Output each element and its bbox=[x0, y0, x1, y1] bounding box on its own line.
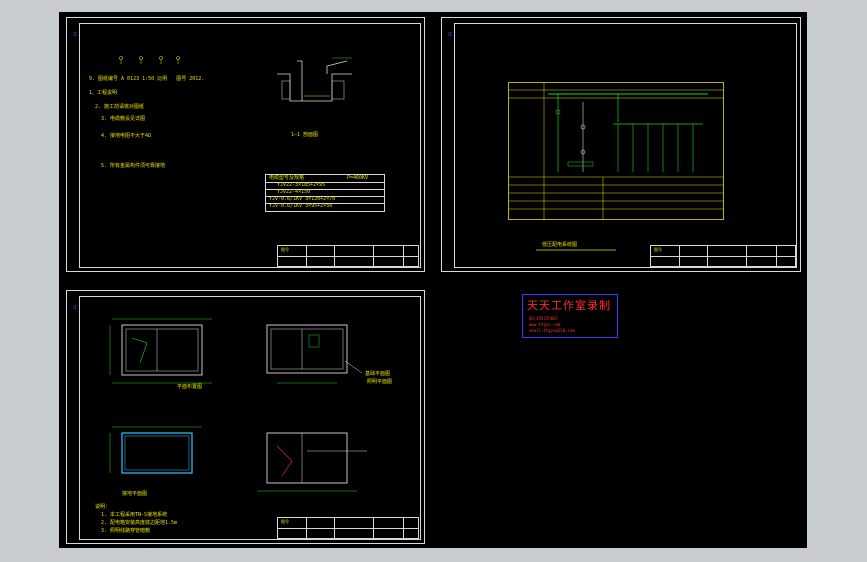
diagram-caption: 低压配电系统图 bbox=[542, 242, 578, 248]
floor-plan-4 bbox=[257, 432, 367, 492]
note-line: 2. 施工前请核对图纸 bbox=[95, 104, 145, 110]
title-block-label: 图号 bbox=[654, 247, 662, 252]
notes-line: 1. 本工程采用TN-S接地系统 bbox=[101, 512, 168, 518]
drawing-sheet-2[interactable]: 注 低压配电系统图 图号 bbox=[441, 17, 801, 272]
notes-line: 说明： bbox=[95, 504, 111, 510]
caption-underline bbox=[536, 249, 616, 251]
title-block-label: 图号 bbox=[281, 247, 289, 252]
cable-table-row: YJV22-4×150 bbox=[277, 189, 311, 195]
stamp-line: email:ttgzs@126.com bbox=[529, 328, 575, 333]
floor-plan-1 bbox=[109, 318, 212, 384]
plan-label: 接地平面图 bbox=[122, 491, 148, 497]
title-block bbox=[650, 245, 796, 267]
notes-line: 2. 配电箱安装高度底边距地1.5m bbox=[101, 520, 178, 526]
title-block bbox=[277, 517, 419, 539]
cable-table-row: YJV22-3×185+2×95 bbox=[277, 182, 326, 188]
distribution-diagram bbox=[508, 82, 724, 220]
cable-table-value: P=460KV bbox=[347, 175, 369, 181]
title-block-label: 图号 bbox=[281, 519, 289, 524]
plan-label: 照明平面图 bbox=[367, 379, 393, 385]
cable-trench-section bbox=[277, 57, 352, 102]
drawing-sheet-3[interactable]: 注 平面布置图 基础平面图 接地平面图 照明平面图 说明： 1. 本工程采用TN… bbox=[66, 290, 425, 544]
drawing-canvas[interactable]: 注 9. 图纸编号 A 0123 1:50 比例 图号 2012. 1、工程说明… bbox=[59, 12, 807, 548]
note-top-line: 9. 图纸编号 A 0123 1:50 比例 图号 2012. bbox=[89, 76, 205, 82]
cable-table-row: YJV-0.6/1KV 3×120+2×70 bbox=[269, 196, 336, 202]
plan-label: 基础平面图 bbox=[365, 371, 391, 377]
note-heading: 1、工程说明 bbox=[89, 90, 118, 96]
stamp-line: www.ttgzs.com bbox=[529, 322, 561, 327]
floor-plan-2 bbox=[266, 324, 363, 384]
cable-table-title: 电缆型号及规格 bbox=[269, 175, 305, 181]
note-line: 4. 接地电阻不大于4Ω bbox=[101, 133, 152, 139]
floor-plan-3 bbox=[109, 426, 202, 474]
notes-line: 3. 照明线路穿管暗敷 bbox=[101, 528, 151, 534]
stamp-title: 天天工作室录制 bbox=[527, 299, 611, 312]
drawing-sheet-1[interactable]: 注 9. 图纸编号 A 0123 1:50 比例 图号 2012. 1、工程说明… bbox=[66, 17, 425, 272]
cable-table-row: YJV-0.6/1KV 3×95+2×50 bbox=[269, 203, 333, 209]
note-line: 5. 所有金属构件须可靠接地 bbox=[101, 163, 166, 169]
watermark-stamp: 天天工作室录制 QQ:455255887 www.ttgzs.com email… bbox=[522, 294, 618, 338]
plan-label: 平面布置图 bbox=[177, 384, 203, 390]
stamp-line: QQ:455255887 bbox=[529, 316, 558, 321]
title-block bbox=[277, 245, 419, 267]
section-label: 1—1 剖面图 bbox=[291, 132, 319, 138]
note-line: 3. 电缆敷设见详图 bbox=[101, 116, 146, 122]
axis-markers bbox=[119, 56, 180, 64]
